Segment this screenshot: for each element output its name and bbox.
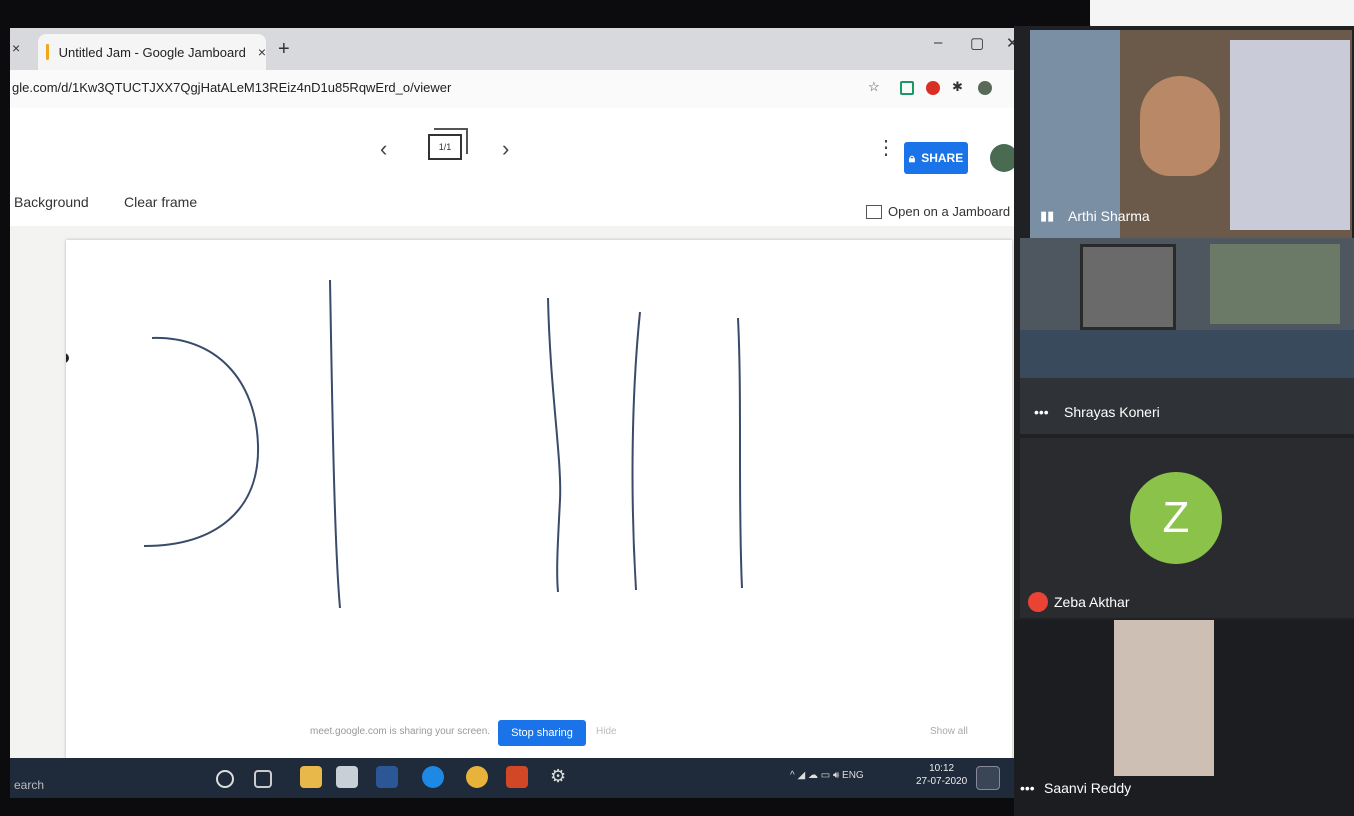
more-icon[interactable]: ••• xyxy=(1020,780,1035,796)
clock-time: 10:12 xyxy=(929,763,955,774)
drawn-line xyxy=(547,297,562,593)
speaking-icon: ▮▮ xyxy=(1040,208,1055,223)
open-on-jamboard-button[interactable]: Open on a Jamboard xyxy=(866,204,1010,219)
clock[interactable]: 10:12 27-07-2020 xyxy=(916,762,967,788)
minimize-button[interactable]: – xyxy=(934,34,942,51)
classroom-board xyxy=(1080,244,1176,330)
drawn-line xyxy=(329,279,341,609)
jamboard-icon xyxy=(46,44,49,60)
mic-off-icon xyxy=(1028,592,1048,612)
wall-decoration xyxy=(1230,40,1350,230)
participant-tile[interactable]: Z Zeba Akthar xyxy=(1020,438,1354,618)
profile-avatar[interactable] xyxy=(978,81,992,95)
extension-icon[interactable] xyxy=(926,81,940,95)
meet-participants-panel: ▮▮ Arthi Sharma ••• Shrayas Koneri Z Zeb… xyxy=(1014,26,1354,816)
chrome-window: × Untitled Jam - Google Jamboard × + – ▢… xyxy=(10,28,1030,798)
drawn-line xyxy=(737,317,743,589)
notification-icon[interactable] xyxy=(976,766,1000,790)
lock-icon: 🔒︎ xyxy=(908,150,916,165)
drawing-layer[interactable] xyxy=(59,240,1012,776)
participant-avatar: Z xyxy=(1130,472,1222,564)
drawn-curve xyxy=(143,336,260,547)
cast-icon xyxy=(866,204,882,219)
participant-name: Saanvi Reddy xyxy=(1044,780,1132,796)
address-bar[interactable]: gle.com/d/1Kw3QTUCTJXX7QgjHatALeM13REiz4… xyxy=(10,70,1030,109)
word-icon[interactable] xyxy=(376,766,398,788)
share-button[interactable]: 🔒︎ SHARE xyxy=(904,142,968,174)
more-icon[interactable]: ••• xyxy=(1034,404,1049,420)
extension-icon[interactable] xyxy=(900,81,914,95)
jamboard-header: ‹ 1/1 › ⋮ 🔒︎ SHARE Background Clear fram… xyxy=(10,108,1030,226)
screen-share-bar: meet.google.com is sharing your screen. … xyxy=(10,714,1030,754)
cortana-icon[interactable] xyxy=(216,770,234,788)
participant-tile[interactable]: ▮▮ Arthi Sharma xyxy=(1030,30,1352,238)
star-icon[interactable]: ☆ xyxy=(868,79,880,95)
new-tab-button[interactable]: + xyxy=(278,38,290,61)
share-message: meet.google.com is sharing your screen. xyxy=(310,726,491,737)
open-on-jamboard-label: Open on a Jamboard xyxy=(888,204,1011,219)
tab-title: Untitled Jam - Google Jamboard xyxy=(58,44,246,60)
puzzle-icon[interactable]: ✱ xyxy=(952,79,963,95)
store-icon[interactable] xyxy=(336,766,358,788)
classroom-wall xyxy=(1020,330,1354,378)
url-text[interactable]: gle.com/d/1Kw3QTUCTJXX7QgjHatALeM13REiz4… xyxy=(12,80,451,95)
close-icon[interactable]: × xyxy=(12,40,20,56)
taskbar-search[interactable]: earch xyxy=(14,778,44,792)
more-options-icon[interactable]: ⋮ xyxy=(876,138,896,158)
show-all-button[interactable]: Show all xyxy=(930,726,968,737)
windows-taskbar: earch ⚙ ^ ◢ ☁ ▭ 🔊︎ ENG 10:12 27-07-2020 xyxy=(10,758,1030,798)
classroom-board xyxy=(1210,244,1340,324)
pen-dot xyxy=(59,353,69,363)
participant-video xyxy=(1114,620,1214,776)
restore-button[interactable]: ▢ xyxy=(970,34,984,52)
powerpoint-icon[interactable] xyxy=(506,766,528,788)
background-button[interactable]: Background xyxy=(14,194,89,210)
settings-icon[interactable]: ⚙ xyxy=(550,766,566,787)
participant-name: Shrayas Koneri xyxy=(1064,404,1160,420)
stop-sharing-button[interactable]: Stop sharing xyxy=(498,720,586,746)
participant-name: Zeba Akthar xyxy=(1054,594,1130,610)
hide-button[interactable]: Hide xyxy=(596,726,617,737)
jam-canvas[interactable] xyxy=(59,240,1012,776)
tab-strip: × Untitled Jam - Google Jamboard × + – ▢… xyxy=(10,28,1030,70)
task-view-icon[interactable] xyxy=(254,770,272,788)
participant-tile[interactable]: ••• Saanvi Reddy xyxy=(1014,620,1354,816)
participant-name: Arthi Sharma xyxy=(1068,208,1150,224)
tab-close-icon[interactable]: × xyxy=(258,44,266,60)
system-tray[interactable]: ^ ◢ ☁ ▭ 🔊︎ ENG xyxy=(790,770,864,781)
photographed-screen: × Untitled Jam - Google Jamboard × + – ▢… xyxy=(0,0,1354,816)
file-explorer-icon[interactable] xyxy=(300,766,322,788)
drawn-line xyxy=(631,311,641,591)
tab-jamboard[interactable]: Untitled Jam - Google Jamboard × xyxy=(38,34,266,70)
next-frame-button[interactable]: › xyxy=(502,136,509,162)
share-label: SHARE xyxy=(921,151,964,165)
edge-icon[interactable] xyxy=(422,766,444,788)
participant-video xyxy=(1140,76,1220,176)
chrome-icon[interactable] xyxy=(466,766,488,788)
language-indicator[interactable]: ENG xyxy=(842,770,864,781)
prev-frame-button[interactable]: ‹ xyxy=(380,136,387,162)
clock-date: 27-07-2020 xyxy=(916,776,968,787)
participant-tile[interactable]: ••• Shrayas Koneri xyxy=(1020,238,1354,434)
clear-frame-button[interactable]: Clear frame xyxy=(124,194,197,210)
curtain xyxy=(1030,30,1120,238)
frame-bar-toggle[interactable]: 1/1 xyxy=(428,128,468,160)
